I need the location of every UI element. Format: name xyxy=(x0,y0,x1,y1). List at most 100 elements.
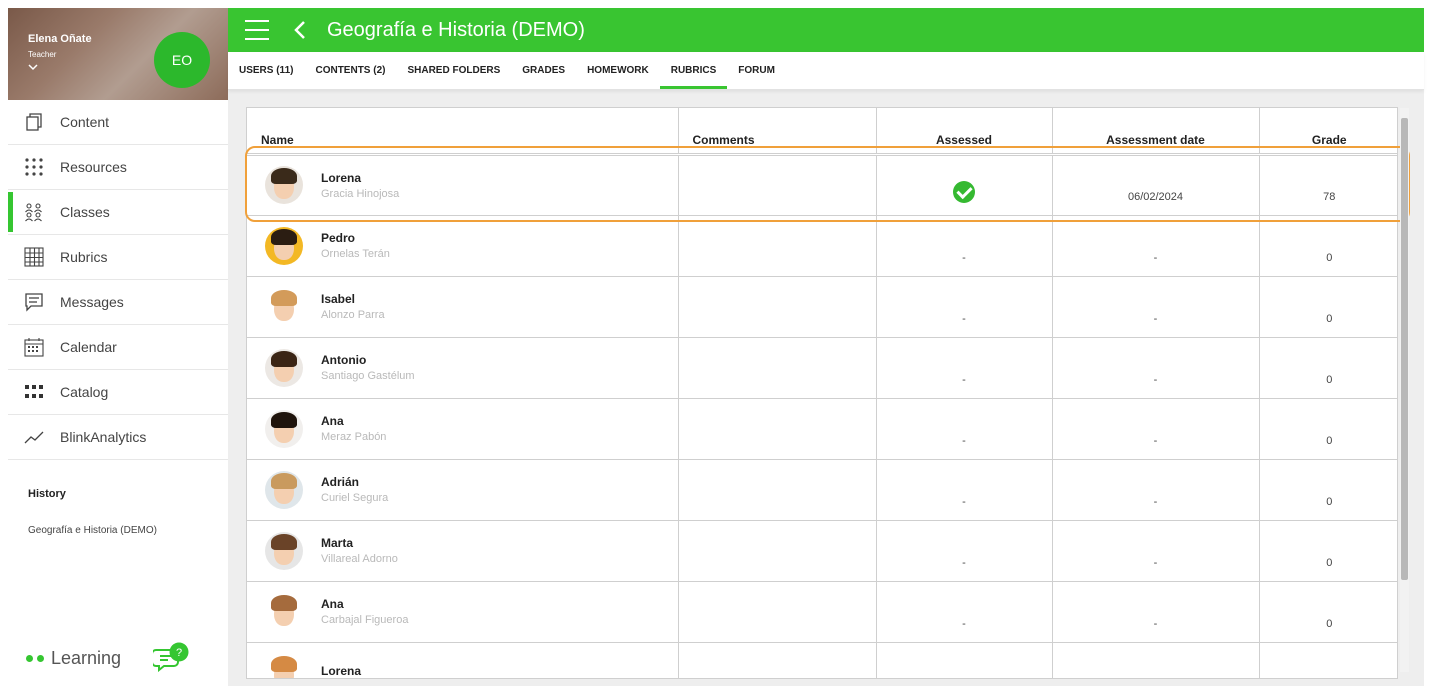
scrollbar[interactable] xyxy=(1400,108,1409,672)
history-item[interactable]: Geografía e Historia (DEMO) xyxy=(28,525,157,536)
student[interactable]: Pedro Ornelas Terán xyxy=(265,226,678,265)
name-cell: Lorena Gracia Hinojosa xyxy=(247,154,679,216)
grade-cell: 78 xyxy=(1259,154,1397,216)
student-last-name: Alonzo Parra xyxy=(321,309,385,321)
name-cell: Isabel Alonzo Parra xyxy=(247,276,679,338)
logo-dot xyxy=(26,655,33,662)
student[interactable]: Antonio Santiago Gastélum xyxy=(265,348,678,387)
assessed-cell: - xyxy=(876,459,1053,521)
grade-cell: 0 xyxy=(1259,581,1397,643)
hamburger-menu-icon[interactable] xyxy=(245,20,269,40)
table-row[interactable]: Antonio Santiago Gastélum - -0 xyxy=(247,337,1397,399)
column-header-assessed[interactable]: Assessed xyxy=(876,108,1053,156)
assessed-value: - xyxy=(962,312,966,325)
comments-cell[interactable] xyxy=(678,276,877,338)
table-row[interactable]: Ana Meraz Pabón - -0 xyxy=(247,398,1397,460)
sidebar-item-catalog[interactable]: Catalog xyxy=(8,370,228,415)
name-cell: Lorena xyxy=(247,642,679,678)
avatar[interactable]: EO xyxy=(154,32,210,88)
grade-cell: 0 xyxy=(1259,337,1397,399)
tab-contents[interactable]: CONTENTS (2) xyxy=(304,52,396,89)
table-row[interactable]: Adrián Curiel Segura - -0 xyxy=(247,459,1397,521)
assessed-cell: - xyxy=(876,276,1053,338)
tab-users[interactable]: USERS (11) xyxy=(228,52,304,89)
sidebar-item-label: Messages xyxy=(60,294,124,310)
grade-cell: 0 xyxy=(1259,520,1397,582)
name-cell: Adrián Curiel Segura xyxy=(247,459,679,521)
tab-shared-folders[interactable]: SHARED FOLDERS xyxy=(396,52,511,89)
assessed-cell xyxy=(876,154,1053,216)
tab-homework[interactable]: HOMEWORK xyxy=(576,52,660,89)
name-cell: Ana Carbajal Figueroa xyxy=(247,581,679,643)
comments-cell[interactable] xyxy=(678,459,877,521)
main-panel: Geografía e Historia (DEMO) USERS (11) C… xyxy=(228,8,1424,686)
sidebar-item-rubrics[interactable]: Rubrics xyxy=(8,235,228,280)
student-first-name: Ana xyxy=(321,597,344,611)
tab-forum[interactable]: FORUM xyxy=(727,52,786,89)
name-cell: Marta Villareal Adorno xyxy=(247,520,679,582)
user-profile[interactable]: Elena Oñate Teacher EO xyxy=(8,8,228,100)
table-row[interactable]: Marta Villareal Adorno - -0 xyxy=(247,520,1397,582)
student[interactable]: Marta Villareal Adorno xyxy=(265,531,678,570)
rubric-assessment-table: Name Comments Assessed Assessment date G… xyxy=(247,108,1397,678)
student-photo xyxy=(265,653,303,678)
chevron-down-icon[interactable] xyxy=(28,62,38,72)
comments-cell[interactable] xyxy=(678,398,877,460)
assessment-date-cell: - xyxy=(1052,276,1260,338)
help-chat-icon[interactable]: ? xyxy=(153,642,193,672)
student[interactable]: Lorena xyxy=(265,653,678,678)
comments-cell[interactable] xyxy=(678,581,877,643)
assessed-cell: - xyxy=(876,398,1053,460)
scrollbar-thumb[interactable] xyxy=(1401,118,1408,580)
sidebar-item-messages[interactable]: Messages xyxy=(8,280,228,325)
sidebar-nav: Content Resources Classes Rubrics Messag… xyxy=(8,100,228,460)
assessed-cell: - xyxy=(876,337,1053,399)
assessed-value: - xyxy=(962,617,966,630)
sidebar-item-classes[interactable]: Classes xyxy=(8,190,228,235)
sidebar-item-content[interactable]: Content xyxy=(8,100,228,145)
student-photo xyxy=(265,166,303,204)
student-last-name: Meraz Pabón xyxy=(321,431,387,443)
assessment-date-cell: - xyxy=(1052,337,1260,399)
comments-cell[interactable] xyxy=(678,154,877,216)
sidebar-item-analytics[interactable]: BlinkAnalytics xyxy=(8,415,228,460)
assessed-value: - xyxy=(962,373,966,386)
comments-cell[interactable] xyxy=(678,337,877,399)
table-row[interactable]: Ana Carbajal Figueroa - -0 xyxy=(247,581,1397,643)
assessment-date-cell: - xyxy=(1052,459,1260,521)
assessed-value: - xyxy=(962,495,966,508)
comments-cell[interactable] xyxy=(678,215,877,277)
assessed-value: - xyxy=(962,251,966,264)
column-header-comments[interactable]: Comments xyxy=(678,108,877,156)
content-icon xyxy=(24,112,44,132)
analytics-icon xyxy=(24,427,44,447)
column-header-assessment-date[interactable]: Assessment date xyxy=(1052,108,1260,156)
assessment-date-cell: - xyxy=(1052,398,1260,460)
comments-cell[interactable] xyxy=(678,642,877,678)
table-row[interactable]: Lorena xyxy=(247,642,1397,678)
table-row[interactable]: Isabel Alonzo Parra - -0 xyxy=(247,276,1397,338)
student[interactable]: Isabel Alonzo Parra xyxy=(265,287,678,326)
column-header-grade[interactable]: Grade xyxy=(1259,108,1397,156)
assessed-cell: - xyxy=(876,215,1053,277)
student[interactable]: Adrián Curiel Segura xyxy=(265,470,678,509)
sidebar-item-calendar[interactable]: Calendar xyxy=(8,325,228,370)
student[interactable]: Lorena Gracia Hinojosa xyxy=(265,166,678,204)
table-row[interactable]: Pedro Ornelas Terán - -0 xyxy=(247,215,1397,277)
student-last-name: Gracia Hinojosa xyxy=(321,187,400,200)
tab-bar: USERS (11) CONTENTS (2) SHARED FOLDERS G… xyxy=(228,52,1424,90)
sidebar-item-label: Catalog xyxy=(60,384,109,400)
assessed-check-icon xyxy=(953,180,975,203)
student-last-name: Santiago Gastélum xyxy=(321,370,415,382)
student-first-name: Ana xyxy=(321,414,344,428)
comments-cell[interactable] xyxy=(678,520,877,582)
name-cell: Pedro Ornelas Terán xyxy=(247,215,679,277)
sidebar-item-resources[interactable]: Resources xyxy=(8,145,228,190)
column-header-name[interactable]: Name xyxy=(247,108,679,156)
tab-rubrics[interactable]: RUBRICS xyxy=(659,52,728,89)
tab-grades[interactable]: GRADES xyxy=(511,52,576,89)
table-row[interactable]: Lorena Gracia Hinojosa 06/02/2024 78 xyxy=(247,154,1397,216)
back-arrow-icon[interactable] xyxy=(293,20,307,40)
student[interactable]: Ana Carbajal Figueroa xyxy=(265,592,678,631)
student[interactable]: Ana Meraz Pabón xyxy=(265,409,678,448)
